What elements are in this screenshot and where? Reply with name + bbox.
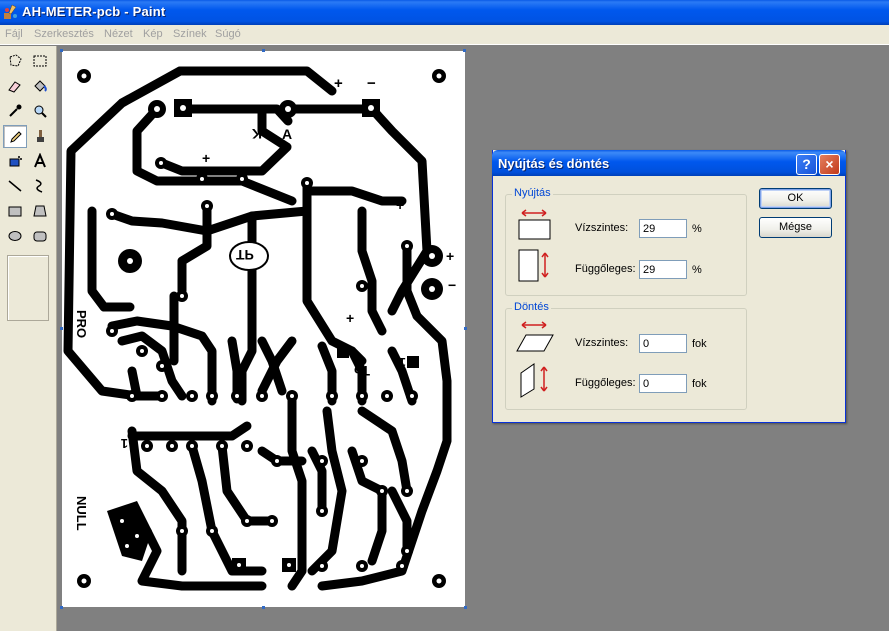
stretch-vertical-unit: % xyxy=(692,264,702,276)
cancel-button[interactable]: Mégse xyxy=(759,217,832,238)
horizontal-skew-icon xyxy=(516,321,554,352)
rounded-rectangle-icon xyxy=(33,231,47,242)
question-icon: ? xyxy=(802,156,811,172)
eraser-icon xyxy=(8,81,21,93)
menu-edit[interactable]: Szerkesztés xyxy=(34,28,94,40)
stretch-skew-dialog: Nyújtás és döntés ? × Nyújtás Vízszintes… xyxy=(492,150,846,423)
menu-file[interactable]: Fájl xyxy=(5,28,23,40)
airbrush-tool[interactable] xyxy=(3,150,27,173)
rectangle-select-tool[interactable] xyxy=(28,50,52,73)
eraser-tool[interactable] xyxy=(3,75,27,98)
vertical-stretch-icon xyxy=(518,249,549,282)
skew-vertical-unit: fok xyxy=(692,378,707,390)
text-tool[interactable] xyxy=(28,150,52,173)
pcb-label-minus-top: − xyxy=(367,75,376,92)
window-title: AH-METER-pcb - Paint xyxy=(22,4,166,19)
skew-vertical-label: Függőleges: xyxy=(575,377,636,389)
skew-group-label: Döntés xyxy=(512,301,551,313)
brush-tool[interactable] xyxy=(28,125,52,148)
skew-horizontal-label: Vízszintes: xyxy=(575,337,629,349)
eyedropper-icon xyxy=(9,104,22,117)
stretch-vertical-input[interactable] xyxy=(639,260,687,279)
canvas-handle-top xyxy=(262,49,265,52)
pcb-label-plus-side: + xyxy=(446,248,454,264)
airbrush-icon xyxy=(9,156,22,167)
skew-horizontal-input[interactable] xyxy=(639,334,687,353)
fill-tool[interactable] xyxy=(28,75,52,98)
stretch-horizontal-label: Vízszintes: xyxy=(575,222,629,234)
polygon-icon xyxy=(33,205,47,217)
pcb-layout-image: + − K A + + + − TP PRO + 1 To 1 NULL xyxy=(63,66,456,591)
toolbox xyxy=(0,46,57,631)
free-form-select-icon xyxy=(9,54,22,67)
ok-button[interactable]: OK xyxy=(759,188,832,209)
pcb-label-one-left: 1 xyxy=(121,436,128,451)
canvas-resize-right[interactable] xyxy=(464,327,467,330)
fill-bucket-icon xyxy=(34,80,47,92)
canvas-resize-corner[interactable] xyxy=(464,606,467,609)
brush-icon xyxy=(37,130,44,142)
tool-options-panel[interactable] xyxy=(7,255,49,321)
canvas-handle-left xyxy=(60,327,63,330)
stretch-horizontal-input[interactable] xyxy=(639,219,687,238)
curve-icon xyxy=(35,179,43,193)
skew-horizontal-unit: fok xyxy=(692,338,707,350)
pcb-label-one-right: 1 xyxy=(399,355,406,370)
pcb-label-a: A xyxy=(282,126,292,142)
ellipse-tool[interactable] xyxy=(3,225,27,248)
pcb-label-k: K xyxy=(252,126,262,142)
pcb-drawing-canvas[interactable]: + − K A + + + − TP PRO + 1 To 1 NULL xyxy=(60,49,467,609)
curve-tool[interactable] xyxy=(28,175,52,198)
pcb-label-pro: PRO xyxy=(74,310,89,338)
pcb-label-tp: TP xyxy=(236,247,254,263)
skew-vertical-input[interactable] xyxy=(639,374,687,393)
pencil-icon xyxy=(10,131,22,143)
vertical-skew-icon xyxy=(520,363,548,398)
free-form-select-tool[interactable] xyxy=(3,50,27,73)
pcb-label-to: To xyxy=(354,363,370,379)
color-picker-tool[interactable] xyxy=(3,100,27,123)
title-bar[interactable]: AH-METER-pcb - Paint xyxy=(0,0,889,25)
stretch-group-label: Nyújtás xyxy=(512,187,553,199)
close-icon: × xyxy=(825,156,834,172)
rectangle-icon xyxy=(8,206,22,217)
text-a-icon xyxy=(34,153,46,168)
magnifier-icon xyxy=(34,105,47,118)
magnifier-tool[interactable] xyxy=(28,100,52,123)
stretch-vertical-label: Függőleges: xyxy=(575,263,636,275)
canvas-handle-bl xyxy=(60,606,63,609)
dialog-title: Nyújtás és döntés xyxy=(498,156,610,171)
canvas-resize-bottom[interactable] xyxy=(262,606,265,609)
help-button[interactable]: ? xyxy=(796,154,817,175)
canvas-handle-tr xyxy=(463,49,466,52)
stretch-horizontal-unit: % xyxy=(692,223,702,235)
horizontal-stretch-icon xyxy=(518,209,551,240)
rounded-rectangle-tool[interactable] xyxy=(28,225,52,248)
dialog-title-bar[interactable]: Nyújtás és döntés ? × xyxy=(492,150,846,176)
pcb-label-plus-left: + xyxy=(202,150,210,166)
polygon-tool[interactable] xyxy=(28,200,52,223)
ellipse-icon xyxy=(8,231,22,241)
pencil-tool[interactable] xyxy=(3,125,27,148)
menu-image[interactable]: Kép xyxy=(143,28,163,40)
skew-group: Döntés Vízszintes: fok Függőleges: fok xyxy=(505,301,747,410)
line-icon xyxy=(8,180,22,192)
pcb-label-plus-mid: + xyxy=(346,310,354,326)
rectangle-tool[interactable] xyxy=(3,200,27,223)
menu-help[interactable]: Súgó xyxy=(215,28,241,40)
close-button[interactable]: × xyxy=(819,154,840,175)
line-tool[interactable] xyxy=(3,175,27,198)
menu-bar: Fájl Szerkesztés Nézet Kép Színek Súgó xyxy=(0,25,889,45)
pcb-label-plus-right: + xyxy=(396,197,404,213)
paint-app-icon xyxy=(4,4,17,19)
rectangle-select-icon xyxy=(33,55,47,67)
menu-view[interactable]: Nézet xyxy=(104,28,133,40)
paint-window: AH-METER-pcb - Paint Fájl Szerkesztés Né… xyxy=(0,0,889,631)
pcb-label-null: NULL xyxy=(74,496,89,531)
canvas-handle-tl xyxy=(60,49,63,52)
pcb-label-minus-side: − xyxy=(448,277,456,293)
menu-colors[interactable]: Színek xyxy=(173,28,207,40)
pcb-label-plus-top: + xyxy=(334,75,343,92)
stretch-group: Nyújtás Vízszintes: % Függőleges: % xyxy=(505,187,747,296)
